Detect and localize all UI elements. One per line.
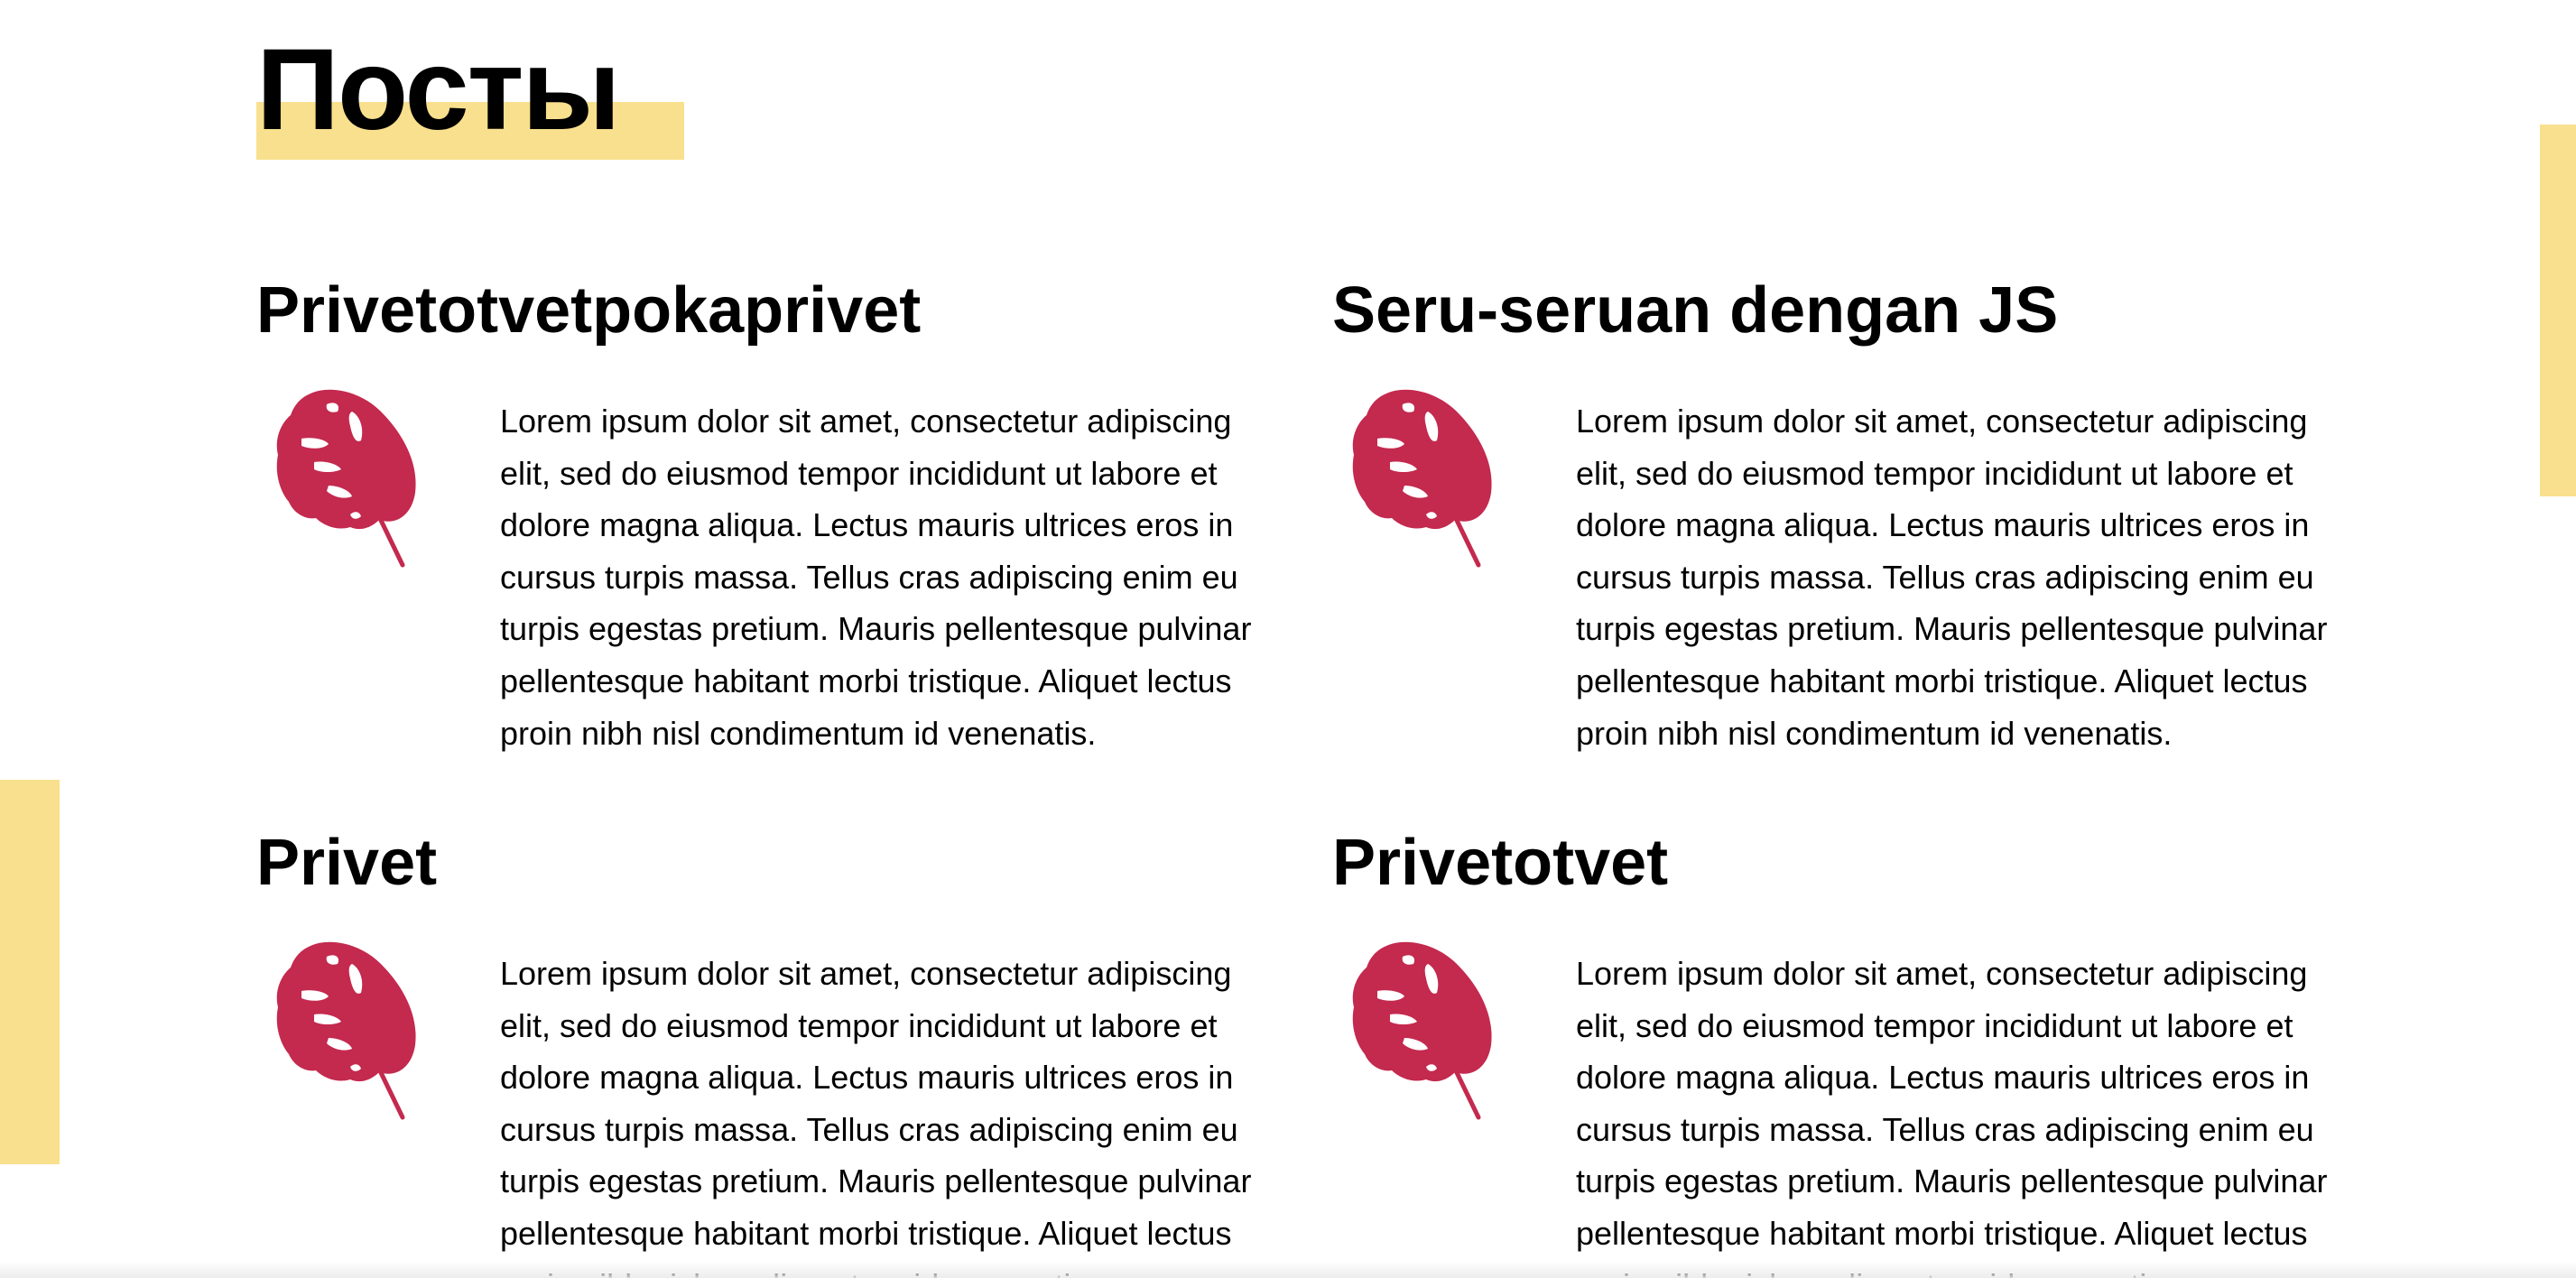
bottom-edge-shadow [0, 1262, 2576, 1278]
post-title[interactable]: Privetotvet [1332, 823, 1668, 903]
monstera-leaf-icon [1350, 937, 1495, 1121]
post-excerpt: Lorem ipsum dolor sit amet, consectetur … [500, 403, 1252, 752]
decorative-right-bar [2540, 125, 2576, 496]
page-title: Посты [256, 25, 621, 154]
post-title[interactable]: Privet [256, 823, 437, 903]
decorative-left-bar [0, 780, 60, 1164]
monstera-leaf-icon [274, 937, 419, 1121]
posts-page: Посты Privetotvetpokaprivet Lorem ipsum … [0, 0, 2576, 1278]
post-excerpt: Lorem ipsum dolor sit amet, consectetur … [1576, 955, 2328, 1278]
monstera-leaf-icon [1350, 384, 1495, 569]
post-title[interactable]: Privetotvetpokaprivet [256, 271, 921, 350]
post-title[interactable]: Seru-seruan dengan JS [1332, 271, 2058, 350]
monstera-leaf-icon [274, 384, 419, 569]
page-title-block: Посты [256, 18, 684, 162]
post-excerpt: Lorem ipsum dolor sit amet, consectetur … [500, 955, 1252, 1278]
post-excerpt: Lorem ipsum dolor sit amet, consectetur … [1576, 403, 2328, 752]
